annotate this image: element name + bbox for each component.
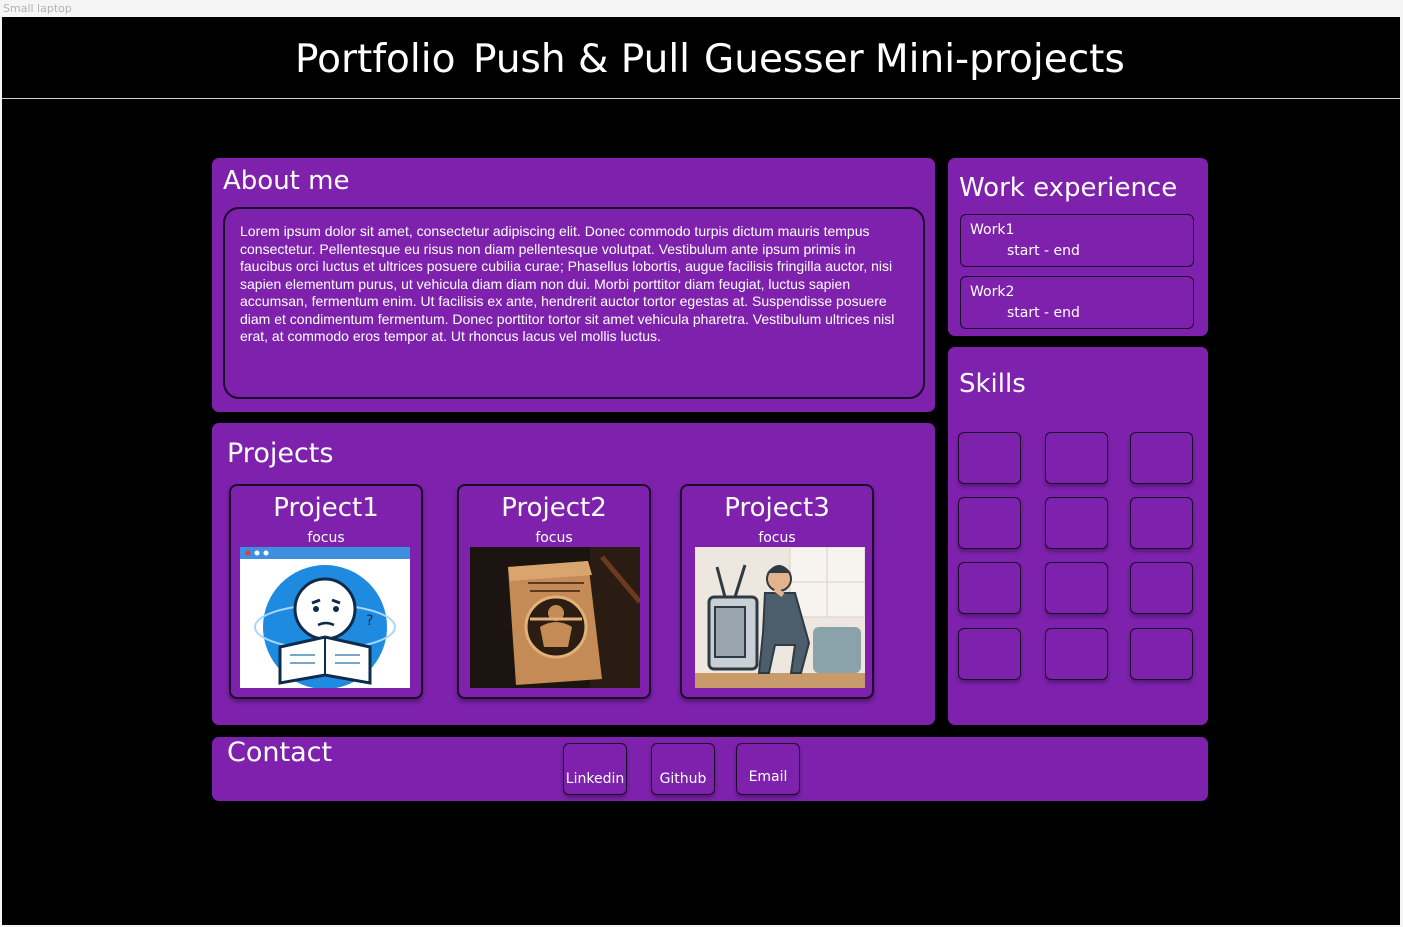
nav-push-pull[interactable]: Push & Pull <box>473 37 690 82</box>
work-dates: start - end <box>1007 305 1080 321</box>
svg-text:?: ? <box>366 613 373 629</box>
project-focus: focus <box>307 530 345 546</box>
project-title: Project2 <box>501 493 607 523</box>
skill-slot <box>1130 432 1193 484</box>
about-text-box: Lorem ipsum dolor sit amet, consectetur … <box>223 207 925 399</box>
projects-panel: Projects Project1 focus ? Project2 focus… <box>212 423 935 725</box>
skill-slot <box>1130 497 1193 549</box>
project-focus: focus <box>758 530 796 546</box>
linkedin-label: Linkedin <box>565 771 625 787</box>
skill-slot <box>1045 497 1108 549</box>
skill-slot <box>958 497 1021 549</box>
contact-title: Contact <box>227 737 333 768</box>
project-card-1[interactable]: Project1 focus ? <box>229 484 423 699</box>
skill-slot <box>958 628 1021 680</box>
man-with-tv-illustration <box>695 547 865 688</box>
frame-label: Small laptop <box>3 2 72 15</box>
work-name: Work1 <box>970 222 1015 238</box>
contact-panel: Contact Linkedin Github Email <box>212 737 1208 801</box>
project-focus: focus <box>535 530 573 546</box>
work-experience-title: Work experience <box>959 173 1178 203</box>
skill-slot <box>958 562 1021 614</box>
work-item[interactable]: Work2 start - end <box>960 276 1194 329</box>
nav-guesser[interactable]: Guesser <box>704 37 864 82</box>
project-card-3[interactable]: Project3 focus <box>680 484 874 699</box>
linkedin-button[interactable]: Linkedin <box>563 743 627 795</box>
work-dates: start - end <box>1007 243 1080 259</box>
skill-slot <box>1045 562 1108 614</box>
skills-panel: Skills <box>948 347 1208 725</box>
projects-title: Projects <box>227 438 334 469</box>
top-nav: Portfolio Push & Pull Guesser Mini-proje… <box>2 17 1400 99</box>
nav-mini-projects[interactable]: Mini-projects <box>875 37 1125 82</box>
about-text: Lorem ipsum dolor sit amet, consectetur … <box>240 223 895 344</box>
project-title: Project1 <box>273 493 379 523</box>
about-title: About me <box>223 166 350 196</box>
work-item[interactable]: Work1 start - end <box>960 214 1194 267</box>
github-button[interactable]: Github <box>651 743 715 795</box>
nav-portfolio[interactable]: Portfolio <box>295 37 455 82</box>
skill-slot <box>1045 432 1108 484</box>
email-label: Email <box>748 769 788 785</box>
skill-slot <box>958 432 1021 484</box>
about-panel: About me Lorem ipsum dolor sit amet, con… <box>212 158 935 412</box>
work-experience-panel: Work experience Work1 start - end Work2 … <box>948 158 1208 336</box>
skill-slot <box>1130 628 1193 680</box>
skill-slot <box>1045 628 1108 680</box>
skills-title: Skills <box>959 369 1026 399</box>
confused-reader-illustration: ? <box>240 547 410 688</box>
github-label: Github <box>659 771 707 787</box>
page-frame: Portfolio Push & Pull Guesser Mini-proje… <box>2 17 1400 925</box>
muscle-box-illustration <box>470 547 640 688</box>
project-title: Project3 <box>724 493 830 523</box>
skill-slot <box>1130 562 1193 614</box>
email-button[interactable]: Email <box>736 743 800 795</box>
work-name: Work2 <box>970 284 1015 300</box>
project-card-2[interactable]: Project2 focus <box>457 484 651 699</box>
